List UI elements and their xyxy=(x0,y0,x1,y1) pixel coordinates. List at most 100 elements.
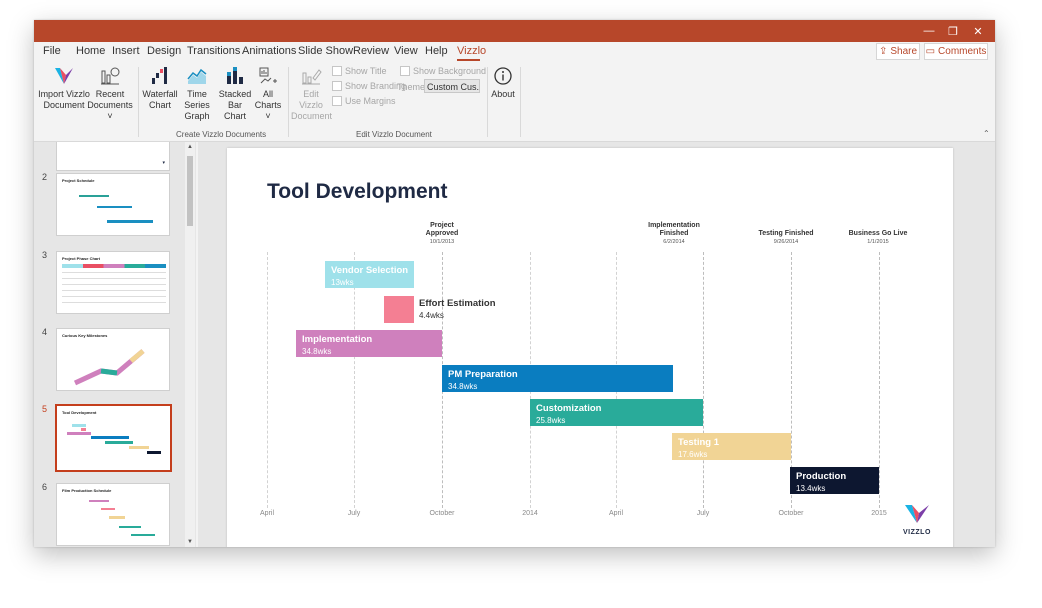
close-button[interactable]: ✕ xyxy=(966,20,990,42)
checkbox-box xyxy=(332,66,342,76)
share-button[interactable]: ⇪ Share xyxy=(876,43,920,60)
slide-number: 6 xyxy=(42,482,48,492)
collapse-ribbon-icon[interactable]: ⌃ xyxy=(983,129,990,138)
thumbnail-scrollbar[interactable]: ▲ ▼ xyxy=(185,142,195,547)
show-background-checkbox[interactable]: Show Background xyxy=(400,66,486,76)
scroll-down-icon[interactable]: ▼ xyxy=(185,537,195,547)
waterfall-label-1: Waterfall xyxy=(142,89,178,99)
bar-duration: 34.8wks xyxy=(302,347,332,356)
ribbon-separator xyxy=(520,67,521,137)
slide-editor: Tool Development Project Approved 10/1/2… xyxy=(198,142,995,547)
vizzlo-logo-icon xyxy=(55,68,73,84)
recent-documents-icon xyxy=(101,67,120,85)
use-margins-checkbox[interactable]: Use Margins xyxy=(332,96,396,106)
recent-documents-button[interactable]: Recent Documents ˅ xyxy=(87,65,133,122)
waterfall-chart-button[interactable]: Waterfall Chart xyxy=(142,65,178,111)
vizzlo-logo-icon xyxy=(904,505,929,523)
recent-label-2: Documents ˅ xyxy=(87,100,133,121)
group-label-edit: Edit Vizzlo Document xyxy=(356,130,432,139)
milestone-date: 10/1/2013 xyxy=(429,239,455,245)
scroll-up-icon[interactable]: ▲ xyxy=(185,142,195,152)
bar-duration: 4.4wks xyxy=(419,311,444,320)
tab-file[interactable]: File xyxy=(43,45,61,57)
slide-thumbnail-1[interactable]: ▾ xyxy=(56,142,170,171)
tab-view[interactable]: View xyxy=(394,45,418,57)
gantt-bar-effort-estimation[interactable] xyxy=(384,296,414,323)
ribbon-separator xyxy=(138,67,139,137)
tab-insert[interactable]: Insert xyxy=(112,45,140,57)
time-series-graph-button[interactable]: Time Series Graph xyxy=(176,65,218,122)
info-icon xyxy=(494,67,512,85)
comments-button[interactable]: ▭ Comments xyxy=(924,43,988,60)
slide-thumbnail-3[interactable]: Project Phase Chart xyxy=(56,251,170,314)
bar-label: Customization xyxy=(536,403,602,414)
milestone-label: Approved xyxy=(425,230,459,237)
tab-animations[interactable]: Animations xyxy=(242,45,296,57)
tab-vizzlo[interactable]: Vizzlo xyxy=(457,45,486,57)
slide-thumbnail-4[interactable]: Curious Key Milestones xyxy=(56,328,170,391)
show-title-checkbox[interactable]: Show Title xyxy=(332,66,387,76)
comment-icon: ▭ xyxy=(925,46,936,57)
axis-tick-label: July xyxy=(696,510,710,517)
slide-thumbnail-5[interactable]: Tool Development xyxy=(55,404,172,472)
bar-label: Testing 1 xyxy=(678,437,719,448)
milestone-label: Project xyxy=(430,222,454,229)
waterfall-label-2: Chart xyxy=(148,100,171,110)
milestone-label: Testing Finished xyxy=(758,230,814,237)
bar-label: Vendor Selection xyxy=(331,265,409,276)
all-charts-button[interactable]: All Charts ˅ xyxy=(250,65,286,122)
tab-help[interactable]: Help xyxy=(425,45,448,57)
timeseries-label-1: Time Series xyxy=(184,89,210,110)
axis-tick-label: April xyxy=(259,510,275,517)
gridline xyxy=(267,252,268,508)
group-label-create: Create Vizzlo Documents xyxy=(176,130,267,139)
import-label-1: Import Vizzlo xyxy=(38,89,90,99)
scrollbar-thumb[interactable] xyxy=(187,156,193,226)
ribbon-separator xyxy=(288,67,289,137)
gantt-bar-implementation[interactable]: Implementation 34.8wks xyxy=(296,330,442,357)
tab-home[interactable]: Home xyxy=(76,45,105,57)
thumbnail-title: Tool Development xyxy=(62,410,97,415)
theme-select[interactable]: Custom Cus... xyxy=(424,79,480,93)
time-series-icon xyxy=(187,68,207,84)
menu-bar: File Home Insert Design Transitions Anim… xyxy=(34,42,995,63)
gantt-bar-vendor-selection[interactable]: Vendor Selection 13wks xyxy=(325,261,414,288)
checkbox-box xyxy=(332,81,342,91)
powerpoint-window: — ❐ ✕ File Home Insert Design Transition… xyxy=(34,20,995,547)
milestone-date: 1/1/2015 xyxy=(867,239,889,245)
tab-slide-show[interactable]: Slide Show xyxy=(298,45,353,57)
slide-thumbnail-6[interactable]: Film Production Schedule xyxy=(56,483,170,546)
axis-tick-label: April xyxy=(608,510,624,517)
bar-duration: 25.8wks xyxy=(536,416,566,425)
about-button[interactable]: About xyxy=(490,65,516,100)
milestone-date: 6/2/2014 xyxy=(663,239,685,245)
gantt-bar-production[interactable]: Production 13.4wks xyxy=(790,467,879,494)
bar-label: Production xyxy=(796,471,847,482)
milestone-testing-finished: Testing Finished 9/26/2014 xyxy=(758,230,813,246)
gantt-bar-customization[interactable]: Customization 25.8wks xyxy=(530,399,703,426)
bar-duration: 13.4wks xyxy=(796,484,826,493)
minimize-button[interactable]: — xyxy=(917,20,941,42)
import-vizzlo-document-button[interactable]: Import Vizzlo Document xyxy=(38,65,90,111)
gantt-bar-testing-1[interactable]: Testing 1 17.6wks xyxy=(672,433,791,460)
stacked-bar-chart-button[interactable]: Stacked Bar Chart xyxy=(218,65,252,122)
slide-thumbnail-2[interactable]: Project Schedule xyxy=(56,173,170,236)
edit-vizzlo-document-button[interactable]: Edit Vizzlo Document xyxy=(291,65,333,122)
share-icon: ⇪ xyxy=(878,46,888,57)
milestone-business-go-live: Business Go Live 1/1/2015 xyxy=(849,230,908,246)
all-charts-icon xyxy=(259,67,277,84)
restore-button[interactable]: ❐ xyxy=(941,20,965,42)
slide-number: 2 xyxy=(42,172,48,182)
timeseries-label-2: Graph xyxy=(184,111,210,121)
tab-design[interactable]: Design xyxy=(147,45,181,57)
thumbnail-title: Curious Key Milestones xyxy=(62,333,108,338)
slide-canvas[interactable]: Tool Development Project Approved 10/1/2… xyxy=(227,148,953,547)
stacked-label-1: Stacked xyxy=(218,89,252,99)
tab-transitions[interactable]: Transitions xyxy=(187,45,240,57)
bar-duration: 13wks xyxy=(331,278,354,287)
show-branding-checkbox[interactable]: Show Branding xyxy=(332,81,406,91)
gantt-bar-pm-preparation[interactable]: PM Preparation 34.8wks xyxy=(442,365,673,392)
vizzlo-logo: VIZZLO xyxy=(903,504,931,536)
tab-review[interactable]: Review xyxy=(353,45,389,57)
edit-label-2: Document xyxy=(291,111,333,121)
